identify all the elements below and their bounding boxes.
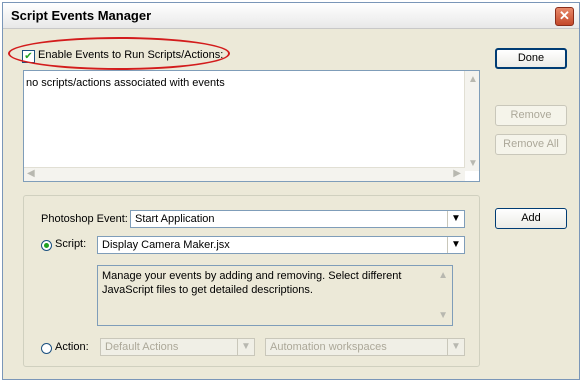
- close-button[interactable]: ✕: [555, 7, 574, 26]
- scroll-up-icon[interactable]: ▲: [468, 74, 478, 85]
- add-button[interactable]: Add: [495, 208, 567, 229]
- action-set-select[interactable]: Default Actions ▼: [100, 338, 255, 356]
- title-bar: Script Events Manager ✕: [3, 3, 579, 29]
- close-icon: ✕: [559, 8, 570, 23]
- scroll-down-icon[interactable]: ▼: [438, 309, 448, 323]
- list-item[interactable]: no scripts/actions associated with event…: [26, 77, 225, 89]
- scroll-up-icon[interactable]: ▲: [438, 269, 448, 283]
- script-description: Manage your events by adding and removin…: [97, 265, 453, 326]
- script-radio[interactable]: [41, 240, 52, 251]
- chevron-down-icon[interactable]: ▼: [447, 237, 464, 253]
- action-value: Automation workspaces: [270, 341, 387, 353]
- script-select[interactable]: Display Camera Maker.jsx ▼: [97, 236, 465, 254]
- vertical-scrollbar[interactable]: ▲ ▼: [464, 71, 479, 171]
- scroll-right-icon[interactable]: ▶: [453, 168, 461, 179]
- script-label: Script:: [55, 238, 87, 250]
- radio-selected-dot: [44, 243, 49, 248]
- description-text: Manage your events by adding and removin…: [102, 270, 402, 296]
- photoshop-event-value: Start Application: [135, 213, 215, 225]
- window-title: Script Events Manager: [11, 8, 152, 23]
- annotation-circle: [8, 37, 230, 70]
- action-label: Action:: [55, 341, 89, 353]
- event-list[interactable]: no scripts/actions associated with event…: [23, 70, 480, 182]
- chevron-down-icon[interactable]: ▼: [447, 339, 464, 355]
- done-button[interactable]: Done: [495, 48, 567, 69]
- action-set-value: Default Actions: [105, 341, 179, 353]
- photoshop-event-label: Photoshop Event:: [41, 213, 128, 225]
- action-select[interactable]: Automation workspaces ▼: [265, 338, 465, 356]
- chevron-down-icon[interactable]: ▼: [237, 339, 254, 355]
- scroll-down-icon[interactable]: ▼: [468, 158, 478, 169]
- remove-button[interactable]: Remove: [495, 105, 567, 126]
- chevron-down-icon[interactable]: ▼: [447, 211, 464, 227]
- horizontal-scrollbar[interactable]: ◀ ▶: [24, 167, 465, 181]
- action-radio[interactable]: [41, 343, 52, 354]
- script-value: Display Camera Maker.jsx: [102, 239, 230, 251]
- scroll-left-icon[interactable]: ◀: [27, 168, 35, 179]
- remove-all-button[interactable]: Remove All: [495, 134, 567, 155]
- photoshop-event-select[interactable]: Start Application ▼: [130, 210, 465, 228]
